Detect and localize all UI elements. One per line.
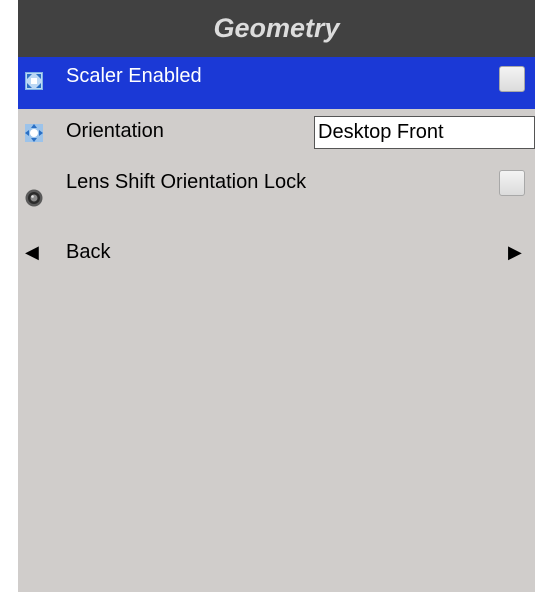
geometry-menu-panel: Geometry Scaler Enabled Orientation Desk… (18, 0, 535, 592)
orientation-selected-value: Desktop Front (318, 121, 444, 143)
menu-item-scaler-enabled[interactable]: Scaler Enabled (18, 57, 535, 109)
lens-shift-orientation-lock-label: Lens Shift Orientation Lock (66, 171, 307, 193)
back-arrow-icon: ◀ (25, 242, 39, 262)
back-label: Back (66, 241, 111, 263)
forward-arrow-icon: ▶ (508, 242, 522, 262)
lens-icon (25, 189, 43, 207)
orientation-select[interactable]: Desktop Front (314, 116, 535, 149)
menu-title: Geometry (213, 13, 340, 43)
menu-item-lens-shift-orientation-lock[interactable]: Lens Shift Orientation Lock (18, 159, 535, 229)
scaler-enabled-checkbox[interactable] (499, 66, 525, 92)
orientation-icon (25, 124, 43, 142)
menu-title-bar: Geometry (18, 0, 535, 57)
scaler-enabled-label: Scaler Enabled (66, 65, 202, 87)
lens-shift-orientation-lock-checkbox[interactable] (499, 170, 525, 196)
orientation-label: Orientation (66, 120, 164, 142)
scaler-icon (25, 72, 43, 90)
menu-item-back[interactable]: ◀ Back ▶ (18, 229, 535, 275)
menu-item-orientation[interactable]: Orientation Desktop Front (18, 109, 535, 159)
